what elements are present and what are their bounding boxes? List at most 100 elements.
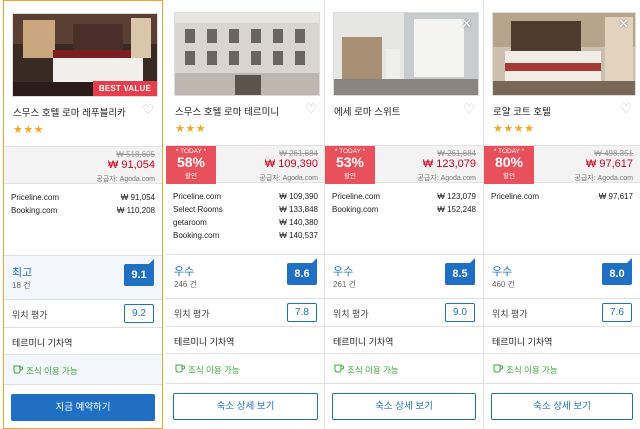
price-panel[interactable]: * TODAY * 53% 할인 ₩ 261,684 ₩ 123,079 공급자…: [325, 145, 483, 184]
book-now-button[interactable]: 지금 예약하기: [11, 394, 155, 421]
offer-row[interactable]: Booking.com ₩ 152,248: [332, 205, 476, 218]
review-count: 261 건: [333, 280, 356, 289]
offer-site: Priceline.com: [491, 192, 540, 201]
price-panel[interactable]: * TODAY * 80% 할인 ₩ 498,351 ₩ 97,617 공급자:…: [484, 145, 640, 184]
deal-price[interactable]: ₩ 91,054: [108, 159, 155, 171]
offer-site: getaroom: [173, 218, 207, 227]
discount-percent: 53%: [335, 154, 365, 170]
rating-word: 최고: [12, 267, 33, 279]
coffee-cup-icon: [493, 364, 503, 373]
offer-row[interactable]: getaroom ₩ 140,380: [173, 218, 318, 231]
price-panel[interactable]: ₩ 518,605 ₩ 91,054 공급자: Agoda.com: [4, 146, 162, 184]
location-label: 위치 평가: [492, 309, 528, 319]
review-rating[interactable]: 우수 460 건 8.0: [484, 254, 640, 298]
review-score: 9.1: [124, 259, 154, 286]
heart-outline-icon[interactable]: ♡: [620, 102, 632, 115]
view-details-button[interactable]: 숙소 상세 보기: [332, 393, 476, 420]
review-rating[interactable]: 최고 18 건 9.1: [4, 255, 162, 299]
offer-price: ₩ 140,380: [279, 218, 318, 227]
coffee-cup-icon: [175, 364, 185, 373]
discount-percent: 58%: [176, 154, 206, 170]
offer-site: Priceline.com: [173, 192, 222, 201]
offer-price: ₩ 91,054: [120, 193, 155, 202]
close-icon[interactable]: ✕: [461, 17, 472, 30]
offer-row[interactable]: Booking.com ₩ 110,208: [11, 206, 155, 219]
hotel-card[interactable]: BEST VALUE 스무스 호텔 로마 레푸블리카 ♡ ★★★ ₩ 518,6…: [3, 0, 163, 429]
neighborhood-label: 테르미니 기차역: [492, 337, 553, 347]
offer-price: ₩ 109,390: [279, 192, 318, 201]
hotel-name[interactable]: 스무스 호텔 로마 테르미니: [175, 104, 279, 118]
discount-label: 할인: [185, 173, 197, 180]
price-panel[interactable]: * TODAY * 58% 할인 ₩ 261,684 ₩ 109,390 공급자…: [166, 145, 325, 184]
heart-outline-icon[interactable]: ♡: [142, 103, 154, 116]
supplier-label: 공급자: Agoda.com: [417, 175, 476, 182]
hotel-name[interactable]: 스무스 호텔 로마 레푸블리카: [13, 105, 126, 119]
review-rating[interactable]: 우수 246 건 8.6: [166, 254, 325, 298]
building-photo: [175, 13, 319, 95]
review-count: 460 건: [492, 280, 515, 289]
hotel-photo[interactable]: BEST VALUE: [12, 13, 158, 97]
breakfast-label: 조식 이용 가능: [26, 366, 78, 376]
bedroom-photo: [493, 13, 635, 95]
offer-row[interactable]: Booking.com ₩ 140,537: [173, 231, 318, 244]
offer-list: Priceline.com ₩ 97,617: [491, 192, 633, 205]
heart-outline-icon[interactable]: ♡: [305, 102, 317, 115]
location-score: 9.2: [124, 304, 154, 323]
offer-site: Priceline.com: [332, 192, 381, 201]
rating-word: 우수: [174, 266, 195, 278]
breakfast-info: 조식 이용 가능: [484, 353, 640, 383]
breakfast-info: 조식 이용 가능: [4, 354, 162, 384]
supplier-label: 공급자: Agoda.com: [259, 175, 318, 182]
hotel-card[interactable]: ✕ 에세 로마 스위트 ♡ * TODAY * 53% 할인 ₩ 261,684…: [325, 0, 483, 429]
heart-outline-icon[interactable]: ♡: [463, 102, 475, 115]
hotel-name[interactable]: 에세 로마 스위트: [334, 104, 400, 118]
hotel-card[interactable]: 스무스 호텔 로마 테르미니 ♡ ★★★ * TODAY * 58% 할인 ₩ …: [166, 0, 325, 429]
hotel-name[interactable]: 로얄 코트 호텔: [493, 104, 551, 118]
location-rating: 위치 평가 7.8: [166, 298, 325, 326]
review-count: 246 건: [174, 280, 197, 289]
deal-price[interactable]: ₩ 97,617: [586, 158, 633, 170]
hotel-photo[interactable]: ✕: [492, 12, 636, 96]
view-details-button[interactable]: 숙소 상세 보기: [491, 393, 633, 420]
offer-row[interactable]: Priceline.com ₩ 109,390: [173, 192, 318, 205]
review-rating[interactable]: 우수 261 건 8.5: [325, 254, 483, 298]
offer-row[interactable]: Priceline.com ₩ 123,079: [332, 192, 476, 205]
action-row: 지금 예약하기: [4, 384, 162, 429]
star-rating: ★★★: [13, 124, 45, 136]
offer-price: ₩ 140,537: [279, 231, 318, 240]
offer-site: Priceline.com: [11, 193, 60, 202]
original-price: ₩ 498,351: [594, 149, 633, 158]
offer-site: Booking.com: [332, 205, 379, 214]
offer-list: Priceline.com ₩ 123,079 Booking.com ₩ 152,…: [332, 192, 476, 218]
today-deal-badge: * TODAY * 58% 할인: [166, 146, 216, 184]
offer-price: ₩ 110,208: [116, 206, 155, 215]
neighborhood-label: 테르미니 기차역: [333, 337, 394, 347]
offer-row[interactable]: Priceline.com ₩ 91,054: [11, 193, 155, 206]
discount-percent: 80%: [494, 154, 524, 170]
neighborhood: 테르미니 기차역: [484, 326, 640, 353]
deal-price[interactable]: ₩ 109,390: [265, 158, 318, 170]
location-label: 위치 평가: [174, 309, 210, 319]
offer-list: Priceline.com ₩ 91,054 Booking.com ₩ 110,2…: [11, 193, 155, 219]
hotel-card[interactable]: ✕ 로얄 코트 호텔 ♡ ★★★★ * TODAY * 80% 할인 ₩ 498…: [484, 0, 640, 429]
offer-row[interactable]: Select Rooms ₩ 133,848: [173, 205, 318, 218]
coffee-cup-icon: [13, 365, 23, 374]
close-icon[interactable]: ✕: [618, 17, 629, 30]
hotel-photo[interactable]: [174, 12, 320, 96]
offer-site: Booking.com: [173, 231, 220, 240]
view-details-button[interactable]: 숙소 상세 보기: [173, 393, 318, 420]
offer-price: ₩ 152,248: [437, 205, 476, 214]
offer-site: Select Rooms: [173, 205, 223, 214]
location-label: 위치 평가: [333, 309, 369, 319]
location-score: 9.0: [445, 303, 475, 322]
deal-price[interactable]: ₩ 123,079: [423, 158, 476, 170]
action-row: 숙소 상세 보기: [325, 383, 483, 429]
offer-price: ₩ 123,079: [437, 192, 476, 201]
review-count: 18 건: [12, 281, 31, 290]
neighborhood: 테르미니 기차역: [166, 326, 325, 353]
offer-row[interactable]: Priceline.com ₩ 97,617: [491, 192, 633, 205]
hotel-photo[interactable]: ✕: [333, 12, 479, 96]
best-value-badge: BEST VALUE: [92, 81, 157, 96]
discount-label: 할인: [503, 173, 515, 180]
room-photo: [334, 13, 478, 95]
